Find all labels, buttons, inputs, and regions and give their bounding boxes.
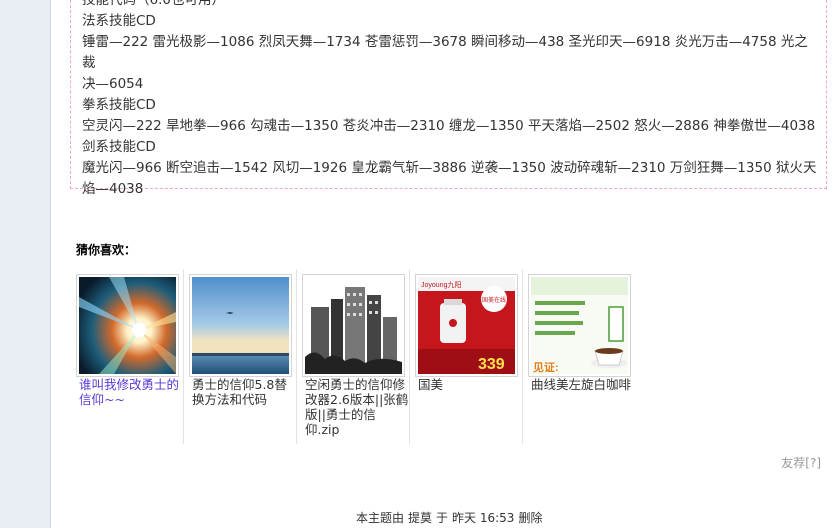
post-line: 锤雷—222 雷光极影—1086 烈凤天舞—1734 苍雷惩罚—3678 瞬间移… [82, 34, 808, 71]
recommendation-item[interactable]: Joyoung九阳 国美在线 339 国美 [410, 269, 523, 444]
recommendation-item[interactable]: 见证: 曲线美左旋白咖啡 [523, 269, 636, 444]
topic-info-prefix: 本主题由 [356, 511, 405, 525]
delete-link[interactable]: 删除 [518, 511, 542, 525]
recommendation-label[interactable]: 空闲勇士的信仰修改器2.6版本||张鹤版||勇士的信仰.zip [305, 377, 409, 437]
post-line: 法系技能CD [82, 13, 156, 29]
post-line: 剑系技能CD [82, 139, 156, 155]
author-link[interactable]: 提莫 [408, 511, 432, 525]
topic-info: 本主题由 提莫于昨天 16:53 删除 [356, 509, 546, 526]
recommendation-item[interactable]: 谁叫我修改勇士的信仰~~ [71, 269, 184, 444]
recommendation-label[interactable]: 曲线美左旋白咖啡 [531, 377, 635, 392]
post-line: 拳系技能CD [82, 97, 156, 113]
sea-sky-image[interactable] [189, 274, 292, 377]
light-burst-image[interactable] [76, 274, 179, 377]
post-line: 空灵闪—222 旱地拳—966 勾魂击—1350 苍炎冲击—2310 缠龙—13… [82, 118, 816, 134]
recommendation-item[interactable]: 勇士的信仰5.8替换方法和代码 [184, 269, 297, 444]
recommendation-label[interactable]: 勇士的信仰5.8替换方法和代码 [192, 377, 296, 407]
post-line: 决—6054 [82, 76, 144, 92]
topic-info-middle: 于 [436, 511, 449, 525]
post-line: 魔光闪—966 断空追击—1542 风切—1926 皇龙霸气斩—3886 逆袭—… [82, 160, 817, 176]
ad-witness-text: 见证: [533, 361, 559, 374]
joyoung-ad-image[interactable]: Joyoung九阳 国美在线 339 [415, 274, 518, 377]
ad-price-text: 339 [478, 356, 505, 373]
recommendation-label[interactable]: 国美 [418, 377, 522, 392]
recommendations-title: 猜你喜欢： [76, 243, 137, 257]
left-sidebar-strip [0, 0, 51, 528]
city-buildings-image[interactable] [302, 274, 405, 377]
post-line: 焰—4038 [82, 181, 144, 197]
recommend-link[interactable]: 友荐[?] [781, 454, 821, 471]
ad-badge-text: 国美在线 [482, 296, 506, 304]
post-line: 技能代码（6.0也可用） [82, 0, 225, 8]
recommendation-label[interactable]: 谁叫我修改勇士的信仰~~ [79, 377, 183, 407]
post-content: 技能代码（6.0也可用） 法系技能CD 锤雷—222 雷光极影—1086 烈凤天… [82, 0, 818, 200]
ad-brand-text: Joyoung九阳 [421, 280, 461, 289]
recommendations-list: 谁叫我修改勇士的信仰~~ 勇士的信仰5.8替换方法和代码 空闲勇士的信仰修改器2… [71, 269, 636, 444]
recommendation-item[interactable]: 空闲勇士的信仰修改器2.6版本||张鹤版||勇士的信仰.zip [297, 269, 410, 444]
topic-time: 昨天 16:53 [452, 511, 515, 525]
coffee-ad-image[interactable]: 见证: [528, 274, 631, 377]
